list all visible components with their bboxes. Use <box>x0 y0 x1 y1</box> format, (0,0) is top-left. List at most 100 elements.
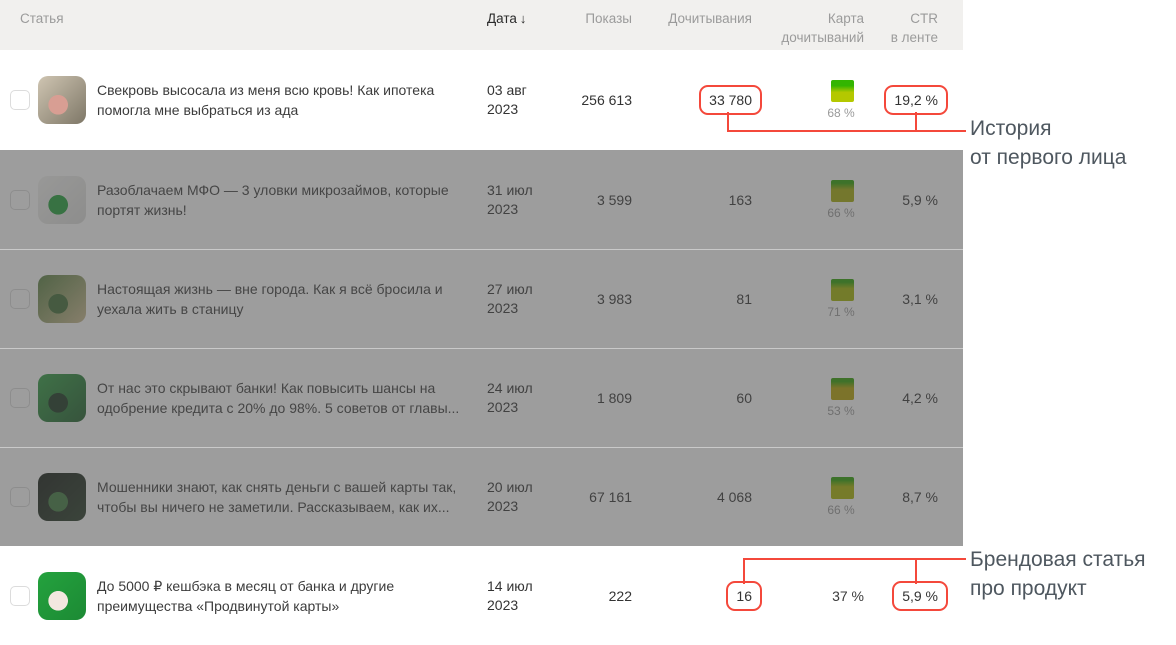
callout-line-top-reads <box>727 112 729 132</box>
ctr-value: 3,1 % <box>845 289 938 309</box>
table-row[interactable]: Мошенники знают, как снять деньги с ваше… <box>0 447 963 546</box>
column-header-date[interactable]: Дата ↓ <box>487 9 526 28</box>
callout-line-bottom-horizontal <box>743 558 966 560</box>
article-thumbnail[interactable] <box>38 473 86 521</box>
article-date: 24 июл 2023 <box>487 379 549 417</box>
row-select-checkbox[interactable] <box>10 585 30 606</box>
article-date-year: 2023 <box>487 300 519 316</box>
column-header-impressions[interactable]: Показы <box>535 9 632 28</box>
ctr-value: 5,9 % <box>845 190 938 210</box>
column-header-reads[interactable]: Дочитывания <box>655 9 752 28</box>
ctr-value: 8,7 % <box>845 487 938 507</box>
read-map-percent: 53 % <box>827 404 855 418</box>
column-header-ctr-line2: в ленте <box>890 30 938 45</box>
impressions-value: 222 <box>608 587 632 604</box>
impressions-value: 3 599 <box>596 191 632 208</box>
annotation-line: от первого лица <box>970 146 1127 169</box>
article-date: 31 июл 2023 <box>487 181 549 219</box>
annotation-line: Брендовая статья <box>970 548 1146 571</box>
read-map-square <box>831 477 854 499</box>
article-date: 20 июл 2023 <box>487 478 549 516</box>
sort-desc-icon: ↓ <box>519 11 527 26</box>
article-thumbnail[interactable] <box>38 175 86 224</box>
impressions-value: 3 983 <box>596 291 632 307</box>
reads-value: 81 <box>655 289 752 309</box>
row-select-checkbox[interactable] <box>10 388 30 408</box>
article-title-link[interactable]: Настоящая жизнь — вне города. Как я всё … <box>97 279 465 319</box>
ctr-value: 4,2 % <box>845 388 938 408</box>
ctr-number: 19,2 % <box>884 85 948 115</box>
table-row[interactable]: От нас это скрывают банки! Как повысить … <box>0 348 963 447</box>
read-map-percent: 66 % <box>827 205 855 220</box>
callout-line-top-ctr <box>915 112 917 132</box>
article-title-link[interactable]: До 5000 ₽ кешбэка в месяц от банка и дру… <box>97 576 465 616</box>
read-map-square <box>831 279 854 301</box>
article-title-link[interactable]: От нас это скрывают банки! Как повысить … <box>97 378 465 418</box>
article-date-year: 2023 <box>487 399 519 415</box>
ctr-number: 4,2 % <box>902 390 938 406</box>
reads-value: 4 068 <box>655 487 752 507</box>
read-map-cell: 66 % <box>744 477 864 517</box>
row-select-checkbox[interactable] <box>10 487 30 507</box>
impressions-value: 256 613 <box>581 92 632 108</box>
reads-number: 81 <box>736 291 752 307</box>
ctr-number: 5,9 % <box>892 580 948 611</box>
row-select-checkbox[interactable] <box>10 189 30 210</box>
table-row[interactable]: До 5000 ₽ кешбэка в месяц от банка и дру… <box>0 546 963 645</box>
ctr-value: 5,9 % <box>845 580 948 611</box>
row-select-checkbox[interactable] <box>10 289 30 309</box>
reads-number: 4 068 <box>716 489 752 505</box>
impressions-value: 67 161 <box>589 489 632 505</box>
read-map-square <box>831 179 854 202</box>
ctr-value: 19,2 % <box>845 85 948 115</box>
callout-line-bottom-ctr <box>915 558 917 584</box>
article-date-day: 24 июл <box>487 380 533 396</box>
articles-analytics-screen: Статья Дата ↓ Показы Дочитывания Карта до… <box>0 0 1176 645</box>
read-map-cell: 71 % <box>744 279 864 319</box>
read-map-percent: 71 % <box>827 305 855 319</box>
article-date: 27 июл 2023 <box>487 280 549 318</box>
article-date-day: 31 июл <box>487 181 533 198</box>
reads-value: 16 <box>655 580 762 611</box>
reads-number: 163 <box>728 191 752 208</box>
row-select-checkbox[interactable] <box>10 90 30 110</box>
column-header-ctr[interactable]: CTR в ленте <box>845 9 938 47</box>
ctr-number: 3,1 % <box>902 291 938 307</box>
reads-value: 33 780 <box>655 85 762 115</box>
callout-line-bottom-reads <box>743 558 745 584</box>
annotation-branded-article: Брендовая статья про продукт <box>970 545 1146 603</box>
reads-value: 163 <box>655 190 752 210</box>
article-thumbnail[interactable] <box>38 275 86 323</box>
column-header-article[interactable]: Статья <box>20 9 64 28</box>
annotation-line: про продукт <box>970 577 1087 600</box>
article-date-day: 27 июл <box>487 281 533 297</box>
annotation-first-person-story: История от первого лица <box>970 114 1126 172</box>
reads-number: 60 <box>736 390 752 406</box>
callout-line-top-horizontal <box>727 130 966 132</box>
article-title-link[interactable]: Мошенники знают, как снять деньги с ваше… <box>97 477 465 517</box>
reads-value: 60 <box>655 388 752 408</box>
annotation-line: История <box>970 117 1052 140</box>
read-map-square <box>831 378 854 400</box>
table-body: Свекровь высосала из меня всю кровь! Как… <box>0 50 963 645</box>
impressions-value: 1 809 <box>596 390 632 406</box>
read-map-cell: 66 % <box>744 179 864 220</box>
ctr-number: 5,9 % <box>902 191 938 208</box>
article-title-link[interactable]: Свекровь высосала из меня всю кровь! Как… <box>97 80 465 120</box>
table-row[interactable]: Настоящая жизнь — вне города. Как я всё … <box>0 249 963 348</box>
table-header: Статья Дата ↓ Показы Дочитывания Карта до… <box>0 0 963 50</box>
table-row[interactable]: Свекровь высосала из меня всю кровь! Как… <box>0 50 963 150</box>
article-thumbnail[interactable] <box>38 571 86 620</box>
read-map-percent: 66 % <box>827 503 855 517</box>
column-header-ctr-line1: CTR <box>910 11 938 26</box>
table-row[interactable]: Разоблачаем МФО — 3 уловки микрозаймов, … <box>0 150 963 249</box>
article-thumbnail[interactable] <box>38 374 86 422</box>
ctr-number: 8,7 % <box>902 489 938 505</box>
article-date-year: 2023 <box>487 200 519 217</box>
read-map-cell: 53 % <box>744 378 864 418</box>
article-title-link[interactable]: Разоблачаем МФО — 3 уловки микрозаймов, … <box>97 180 465 220</box>
article-thumbnail[interactable] <box>38 76 86 124</box>
article-date-day: 20 июл <box>487 479 533 495</box>
article-date-year: 2023 <box>487 498 519 514</box>
column-header-date-label: Дата <box>487 11 517 26</box>
